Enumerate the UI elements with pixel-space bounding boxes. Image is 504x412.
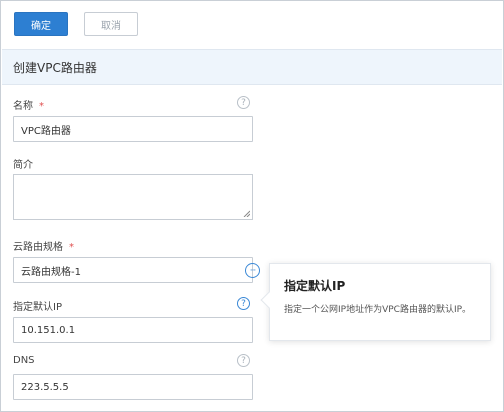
dns-input[interactable]: 223.5.5.5 bbox=[13, 374, 253, 400]
default-ip-help-icon[interactable]: ? bbox=[237, 297, 250, 310]
spec-label: 云路由规格 bbox=[13, 242, 63, 253]
description-textarea[interactable] bbox=[13, 174, 253, 220]
tooltip-arrow bbox=[260, 291, 278, 309]
name-input[interactable]: VPC路由器 bbox=[13, 116, 253, 142]
name-help-icon[interactable]: ? bbox=[237, 96, 250, 109]
spec-select[interactable]: 云路由规格-1 ··· bbox=[13, 257, 260, 283]
tooltip-body: 指定一个公网IP地址作为VPC路由器的默认IP。 bbox=[284, 305, 472, 315]
cancel-button[interactable]: 取消 bbox=[84, 12, 138, 36]
required-mark: * bbox=[69, 242, 74, 253]
description-label: 简介 bbox=[13, 160, 33, 171]
default-ip-tooltip: 指定默认IP 指定一个公网IP地址作为VPC路由器的默认IP。 bbox=[260, 263, 491, 341]
dns-label: DNS bbox=[13, 355, 35, 366]
name-label-row: 名称 * bbox=[13, 97, 44, 112]
dns-help-icon[interactable]: ? bbox=[237, 354, 250, 367]
required-mark: * bbox=[39, 101, 44, 112]
tooltip-title: 指定默认IP bbox=[284, 279, 346, 293]
section-header: 创建VPC路由器 bbox=[2, 49, 502, 85]
spec-label-row: 云路由规格 * bbox=[13, 238, 74, 253]
resize-grip-icon[interactable] bbox=[243, 210, 250, 217]
confirm-button[interactable]: 确定 bbox=[14, 12, 68, 36]
create-vpc-router-panel: 确定 取消 创建VPC路由器 名称 * ? VPC路由器 简介 云路由规格 * 云路… bbox=[0, 0, 504, 412]
more-options-icon[interactable]: ··· bbox=[245, 263, 260, 278]
section-title: 创建VPC路由器 bbox=[13, 60, 97, 75]
action-bar: 确定 取消 bbox=[2, 2, 502, 46]
default-ip-input[interactable]: 10.151.0.1 bbox=[13, 317, 253, 343]
default-ip-label: 指定默认IP bbox=[13, 302, 62, 313]
name-label: 名称 bbox=[13, 101, 33, 112]
spec-value: 云路由规格-1 bbox=[21, 266, 81, 278]
